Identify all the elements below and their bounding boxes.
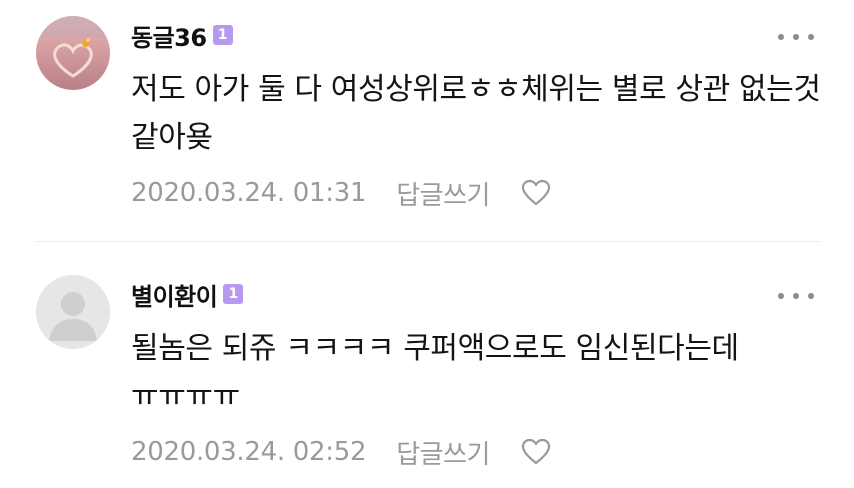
reply-button[interactable]: 답글쓰기 xyxy=(396,175,490,212)
comment-item: 동글36 1 저도 아가 둘 다 여성상위로ㅎㅎ체위는 별로 상관 없는것 같아… xyxy=(0,0,854,242)
more-dots-icon xyxy=(778,34,784,40)
more-options-button[interactable] xyxy=(778,284,814,308)
more-dot xyxy=(793,34,799,40)
level-badge: 1 xyxy=(212,25,233,45)
username-row: 별이환이 1 xyxy=(131,277,244,312)
comment-meta: 2020.03.24. 01:31 답글쓰기 xyxy=(131,173,552,213)
more-dots-icon xyxy=(778,293,784,299)
comment-text: 될놈은 되쥬 ㅋㅋㅋㅋ 쿠퍼액으로도 임신된다는데 ㅠㅠㅠㅠ xyxy=(131,331,739,414)
avatar[interactable] xyxy=(36,16,110,90)
timestamp: 2020.03.24. 01:31 xyxy=(131,178,367,208)
like-button[interactable] xyxy=(520,178,552,208)
level-badge: 1 xyxy=(223,284,244,304)
timestamp: 2020.03.24. 02:52 xyxy=(131,437,367,467)
heart-outline-icon xyxy=(521,179,551,206)
comment-item: 별이환이 1 될놈은 되쥬 ㅋㅋㅋㅋ 쿠퍼액으로도 임신된다는데 ㅠㅠㅠㅠ 20… xyxy=(0,243,854,488)
default-user-icon xyxy=(36,275,110,349)
reply-button[interactable]: 답글쓰기 xyxy=(396,434,490,471)
beach-heart-photo-icon xyxy=(36,16,110,90)
more-dot xyxy=(808,34,814,40)
more-options-button[interactable] xyxy=(778,25,814,49)
heart-outline-icon xyxy=(521,438,551,465)
comment-meta: 2020.03.24. 02:52 답글쓰기 xyxy=(131,432,552,472)
username-row: 동글36 1 xyxy=(131,18,233,52)
avatar[interactable] xyxy=(36,275,110,349)
more-dot xyxy=(793,293,799,299)
username[interactable]: 동글36 xyxy=(131,18,207,53)
comment-text: 저도 아가 둘 다 여성상위로ㅎㅎ체위는 별로 상관 없는것 같아욪 xyxy=(131,72,821,155)
username[interactable]: 별이환이 xyxy=(131,277,218,312)
divider xyxy=(36,241,820,242)
more-dot xyxy=(808,293,814,299)
like-button[interactable] xyxy=(520,437,552,467)
